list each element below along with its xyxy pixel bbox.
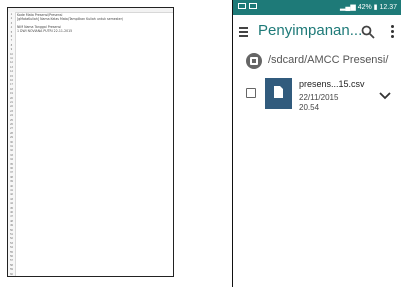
row-number: 8 [10,43,13,47]
row-number: 24 [10,114,13,118]
row-number: 39 [10,180,13,184]
row-number: 22 [10,105,13,109]
row-number: 43 [10,197,13,201]
row-number: 21 [10,101,13,104]
storage-icon [246,53,262,69]
row-number: 19 [10,92,13,96]
row-number: 14 [10,70,13,74]
row-number: 27 [10,127,13,131]
row-number: 7 [10,39,13,43]
search-icon[interactable] [361,25,375,39]
row-number: 9 [10,48,13,52]
path-bar[interactable]: /sdcard/AMCC Presensi/ [233,51,401,73]
chevron-down-icon[interactable] [379,88,391,100]
row-number: 31 [10,145,13,148]
sheet-line-2: [gMataKuliah] Nama Kelas Mata(Tampilkan … [17,17,124,21]
menu-icon[interactable] [239,27,248,37]
row-number: 16 [10,79,13,82]
row-number: 2 [10,17,13,21]
signal-icon: ▂▄▆ [340,4,356,11]
row-number: 54 [10,246,13,250]
row-number: 34 [10,158,13,162]
battery-icon: ▮ [373,4,378,11]
row-number: 58 [10,263,13,267]
app-title: Penyimpanan... [258,22,363,39]
row-number: 18 [10,87,13,91]
sheet-line-5: 1 DWI NOVIANA PUTRI 22-11-2015 [17,29,73,33]
file-name: presens...15.csv [299,79,365,89]
row-number: 47 [10,215,13,219]
row-number: 33 [10,153,13,157]
message-icon [249,3,257,10]
battery-percent: 42% [357,4,372,11]
spreadsheet-preview: 1 2 3 4 5 6 7 8 9 10 11 12 13 14 15 16 17 18 19 20 21 22 23 24 2… [7,7,174,277]
row-number: 28 [10,131,13,135]
row-number: 57 [10,259,13,263]
row-number: 37 [10,171,13,175]
row-number: 25 [10,118,13,122]
row-number: 32 [10,149,13,153]
row-number: 49 [10,224,13,228]
row-number: 53 [10,241,13,245]
row-number: 55 [10,250,13,254]
app-bar: Penyimpanan... [233,15,401,51]
row-number: 15 [10,74,13,78]
clock: 12.37 [379,4,397,11]
row-number: 30 [10,140,13,144]
row-number: 20 [10,96,13,100]
row-number: 29 [10,136,13,140]
row-number: 4 [10,26,13,30]
row-number: 3 [10,21,13,25]
row-number: 60 [10,272,13,276]
file-checkbox[interactable] [246,88,256,98]
more-vert-icon[interactable] [389,25,395,39]
row-number: 12 [10,61,13,65]
row-number: 40 [10,184,13,188]
row-number: 48 [10,219,13,223]
row-number: 56 [10,255,13,258]
row-number: 35 [10,162,13,166]
row-number: 46 [10,211,13,214]
row-header-bar [8,12,16,276]
row-number: 59 [10,268,13,272]
current-path: /sdcard/AMCC Presensi/ [268,54,389,66]
row-number: 13 [10,65,13,69]
row-number: 17 [10,83,13,87]
phone-screen: ▂▄▆ 42% ▮ 12.37 Penyimpanan... /sdcard/A… [232,0,401,287]
row-number: 42 [10,193,13,197]
row-number: 5 [10,30,13,34]
row-number: 51 [10,233,13,236]
file-time: 20.54 [299,103,320,110]
status-bar: ▂▄▆ 42% ▮ 12.37 [233,0,401,15]
file-date: 22/11/2015 [299,93,339,102]
row-number: 6 [10,35,13,38]
row-number: 44 [10,202,13,206]
row-number: 11 [10,57,13,60]
row-number: 26 [10,123,13,126]
notification-icons [238,3,260,10]
file-icon [265,78,292,109]
file-list-item[interactable]: presens...15.csv 22/11/2015 20.54 [233,76,401,114]
row-number: 10 [10,52,13,56]
row-number: 38 [10,175,13,179]
row-number: 36 [10,167,13,170]
row-number: 45 [10,206,13,210]
row-number: 41 [10,189,13,192]
row-number: 50 [10,228,13,232]
row-number: 23 [10,109,13,113]
row-number: 1 [10,13,13,16]
image-icon [238,3,246,10]
row-number: 52 [10,237,13,241]
